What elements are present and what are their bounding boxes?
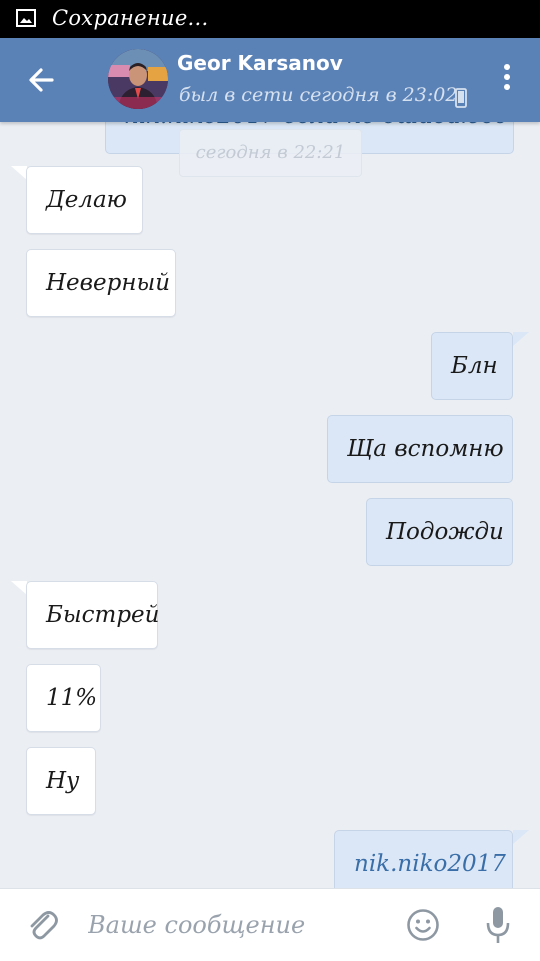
message-outgoing[interactable]: Подожди [366,498,513,566]
phone-icon [455,88,467,108]
message-composer [0,888,540,961]
microphone-icon[interactable] [485,905,511,945]
back-arrow-icon[interactable] [20,60,64,100]
bubble-tail [11,166,27,180]
paperclip-icon[interactable] [26,907,58,943]
bubble-tail [513,332,529,346]
image-icon [16,9,36,27]
chat-header: Geor Karsanov был в сети сегодня в 23:02 [0,38,540,122]
message-outgoing[interactable]: Ща вспомню [327,415,513,483]
smiley-icon[interactable] [406,908,440,942]
date-divider: сегодня в 22:21 [179,129,362,177]
message-input[interactable] [80,899,396,951]
message-incoming[interactable]: Делаю [26,166,143,234]
message-incoming[interactable]: Неверный [26,249,176,317]
message-text: Блн [451,353,498,379]
message-incoming[interactable]: Ну [26,747,96,815]
status-bar: Сохранение... [0,0,540,38]
avatar[interactable] [108,49,168,109]
message-incoming[interactable]: 11% [26,664,101,732]
status-text: Сохранение... [52,6,209,30]
more-vertical-icon[interactable] [496,64,518,98]
link-text[interactable]: nik.niko2017 [354,851,506,877]
message-incoming[interactable]: Быстрей [26,581,159,649]
contact-name[interactable]: Geor Karsanov [177,51,343,75]
bubble-tail [11,581,27,595]
message-outgoing[interactable]: Блн [431,332,513,400]
bubble-tail [513,830,529,844]
last-seen-status: был в сети сегодня в 23:02 [179,84,458,106]
